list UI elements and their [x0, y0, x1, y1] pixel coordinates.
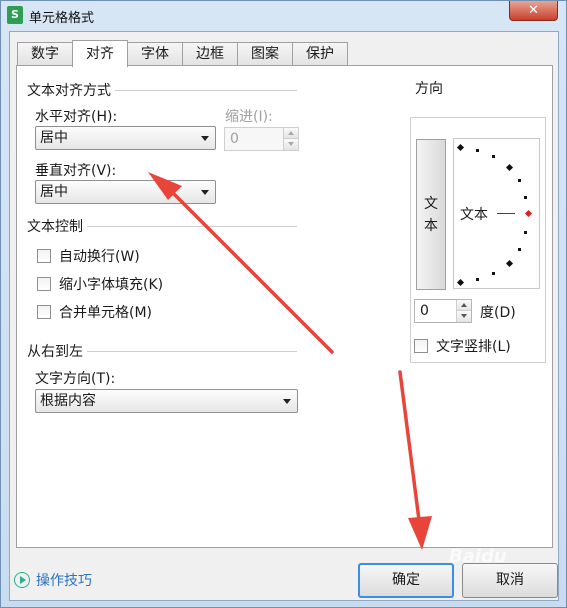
- spin-down-icon[interactable]: [457, 311, 471, 322]
- vertical-stack-label: 文字竖排(L): [436, 339, 511, 355]
- merge-cells-checkbox[interactable]: 合并单元格(M): [37, 302, 152, 322]
- dial-marker: [505, 259, 514, 268]
- dial-pointer: [524, 209, 533, 218]
- dial-marker: [518, 248, 521, 251]
- help-link[interactable]: 操作技巧: [14, 570, 92, 590]
- shrink-to-fit-label: 缩小字体填充(K): [59, 277, 164, 293]
- close-button[interactable]: ✕: [509, 1, 558, 21]
- text-direction-label: 文字方向(T):: [35, 371, 116, 387]
- dial-marker: [505, 163, 514, 172]
- vertical-text-char: 文: [424, 195, 438, 212]
- checkbox-box[interactable]: [37, 305, 51, 319]
- tab-number[interactable]: 数字: [17, 42, 73, 66]
- degrees-spinner[interactable]: 0: [414, 299, 472, 323]
- dial-marker: [456, 278, 465, 287]
- dial-marker: [524, 231, 527, 234]
- spinner-buttons: [283, 128, 298, 150]
- dialog-body: 数字 对齐 字体 边框 图案 保护 文本对齐方式 水平对齐(H): 居中 缩进(…: [9, 31, 559, 601]
- alignment-panel: 文本对齐方式 水平对齐(H): 居中 缩进(I): 0 垂直对齐(V): 居中: [16, 65, 553, 548]
- vertical-stack-checkbox[interactable]: 文字竖排(L): [414, 336, 511, 356]
- wrap-text-label: 自动换行(W): [59, 249, 140, 265]
- chevron-down-icon: [283, 399, 291, 404]
- watermark-text: Baidu: [449, 546, 507, 567]
- dialog-window: S 单元格格式 ✕ 数字 对齐 字体 边框 图案 保护 文本对齐方式 水平对齐(…: [0, 0, 567, 608]
- text-direction-select[interactable]: 根据内容: [35, 389, 298, 413]
- dial-needle: [497, 213, 515, 214]
- wrap-text-checkbox[interactable]: 自动换行(W): [37, 246, 140, 266]
- app-icon: S: [7, 6, 23, 24]
- horizontal-align-label: 水平对齐(H):: [35, 109, 118, 125]
- tab-font[interactable]: 字体: [127, 42, 183, 66]
- vertical-text-char: 本: [424, 217, 438, 234]
- indent-spinner[interactable]: 0: [224, 127, 299, 151]
- indent-label: 缩进(I):: [225, 109, 273, 125]
- tab-alignment[interactable]: 对齐: [72, 40, 128, 67]
- vertical-align-value: 居中: [40, 184, 68, 200]
- spin-up-icon[interactable]: [457, 300, 471, 311]
- play-circle-icon: [14, 572, 30, 588]
- dial-marker: [456, 143, 465, 152]
- ok-button[interactable]: 确定: [358, 563, 454, 598]
- shrink-to-fit-checkbox[interactable]: 缩小字体填充(K): [37, 274, 163, 294]
- cancel-button[interactable]: 取消: [462, 563, 558, 598]
- orientation-group-title: 方向: [415, 78, 447, 98]
- tab-border[interactable]: 边框: [182, 42, 238, 66]
- degrees-value: 0: [420, 303, 429, 319]
- tab-strip: 数字 对齐 字体 边框 图案 保护: [17, 40, 348, 67]
- text-direction-value: 根据内容: [40, 393, 96, 409]
- dialog-title: 单元格格式: [29, 11, 95, 26]
- orientation-dial[interactable]: 文本: [453, 138, 540, 289]
- chevron-down-icon: [201, 136, 209, 141]
- alignment-group-title: 文本对齐方式: [27, 80, 115, 100]
- dial-marker: [524, 196, 527, 199]
- horizontal-align-select[interactable]: 居中: [35, 126, 216, 150]
- dial-marker: [492, 155, 495, 158]
- rtl-group-title: 从右到左: [27, 341, 87, 361]
- dial-marker: [492, 272, 495, 275]
- checkbox-box[interactable]: [37, 249, 51, 263]
- chevron-down-icon: [201, 190, 209, 195]
- dial-marker: [518, 179, 521, 182]
- title-bar[interactable]: S 单元格格式 ✕: [1, 1, 566, 31]
- spin-up-icon[interactable]: [284, 128, 298, 139]
- vertical-align-label: 垂直对齐(V):: [35, 163, 117, 179]
- text-control-group-title: 文本控制: [27, 216, 87, 236]
- vertical-text-button[interactable]: 文 本: [416, 139, 446, 290]
- help-link-label: 操作技巧: [36, 573, 92, 589]
- horizontal-align-value: 居中: [40, 130, 68, 146]
- spinner-buttons: [456, 300, 471, 322]
- degrees-label: 度(D): [480, 305, 516, 321]
- dial-text: 文本: [460, 207, 488, 223]
- merge-cells-label: 合并单元格(M): [59, 305, 153, 321]
- tab-pattern[interactable]: 图案: [237, 42, 293, 66]
- checkbox-box[interactable]: [414, 339, 428, 353]
- checkbox-box[interactable]: [37, 277, 51, 291]
- spin-down-icon[interactable]: [284, 139, 298, 150]
- indent-value: 0: [230, 131, 239, 147]
- dial-marker: [476, 149, 479, 152]
- dial-marker: [476, 278, 479, 281]
- vertical-align-select[interactable]: 居中: [35, 180, 216, 204]
- tab-protection[interactable]: 保护: [292, 42, 348, 66]
